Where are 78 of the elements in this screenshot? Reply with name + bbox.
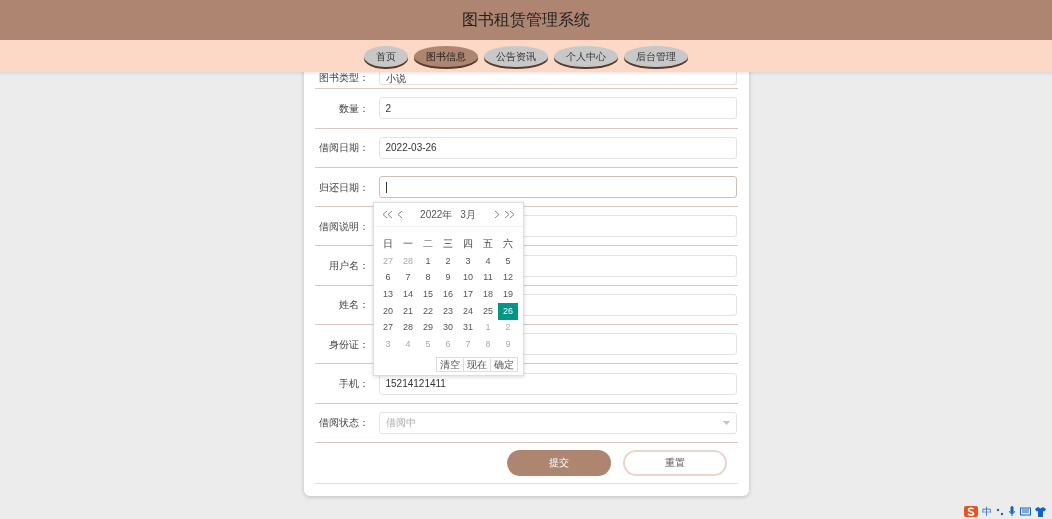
calendar-day[interactable]: 31 [458, 319, 478, 337]
now-button[interactable]: 现在 [462, 357, 491, 373]
calendar-day[interactable]: 1 [418, 253, 438, 270]
calendar-day[interactable]: 20 [378, 303, 398, 320]
calendar-day[interactable]: 23 [438, 303, 458, 320]
text-cursor [385, 181, 387, 193]
field-label: 图书类型： [317, 71, 370, 86]
dropdown-caret-icon [722, 420, 730, 425]
calendar-day[interactable]: 17 [458, 286, 478, 304]
calendar-day[interactable]: 7 [398, 269, 418, 287]
calendar-day[interactable]: 16 [438, 286, 458, 304]
year-label[interactable]: 2022年 [420, 207, 453, 222]
punctuation-icon[interactable] [996, 506, 1004, 517]
weekday-label: 日 [382, 236, 394, 251]
calendar-day[interactable]: 30 [438, 319, 458, 337]
calendar-day[interactable]: 19 [498, 286, 518, 304]
clear-button[interactable]: 清空 [435, 357, 464, 373]
keyboard-icon[interactable] [1020, 506, 1031, 517]
calendar-day[interactable]: 24 [458, 303, 478, 320]
calendar-day[interactable]: 22 [418, 303, 438, 320]
weekday-label: 三 [442, 236, 454, 251]
calendar-day[interactable]: 26 [498, 303, 518, 320]
field-label: 数量： [337, 101, 370, 116]
calendar-day[interactable]: 4 [478, 253, 498, 270]
input-method-logo-icon[interactable] [964, 506, 978, 517]
month-label[interactable]: 3月 [460, 207, 476, 222]
nav-tab[interactable]: 首页 [364, 45, 408, 67]
calendar-day[interactable]: 25 [478, 303, 498, 320]
double-chevron-right-icon[interactable] [503, 210, 515, 219]
calendar-day[interactable]: 11 [478, 269, 498, 287]
field-label: 借阅说明： [317, 219, 370, 234]
field-label: 归还日期： [317, 180, 370, 195]
calendar-day[interactable]: 9 [438, 269, 458, 287]
calendar-day[interactable]: 6 [378, 269, 398, 287]
nav-tab[interactable]: 公告资讯 [484, 45, 548, 67]
weekday-label: 五 [482, 236, 494, 251]
chevron-right-icon[interactable] [493, 210, 500, 219]
input-field[interactable]: 2 [378, 97, 737, 120]
weekday-label: 六 [502, 236, 514, 251]
calendar-day[interactable]: 27 [378, 319, 398, 337]
nav-tab[interactable]: 个人中心 [554, 45, 618, 67]
double-chevron-left-icon[interactable] [381, 210, 393, 219]
field-label: 借阅日期： [317, 141, 370, 156]
calendar-day[interactable]: 14 [398, 286, 418, 304]
calendar-day[interactable]: 28 [398, 319, 418, 337]
field-label: 手机： [337, 377, 370, 391]
site-title: 图书租赁管理系统 [462, 10, 590, 30]
reset-button[interactable]: 重置 [622, 449, 727, 476]
input-field[interactable]: 小说 [378, 72, 737, 86]
calendar-day[interactable]: 2 [438, 253, 458, 270]
weekday-label: 一 [402, 236, 414, 251]
calendar-day[interactable]: 15 [418, 286, 438, 304]
input-field[interactable]: 2022-03-26 [378, 136, 737, 159]
chevron-left-icon[interactable] [396, 210, 403, 219]
calendar-day[interactable]: 12 [498, 269, 518, 287]
weekday-label: 四 [462, 236, 474, 251]
microphone-icon[interactable] [1008, 506, 1016, 517]
weekday-label: 二 [422, 236, 434, 251]
select-placeholder: 借阅中 [385, 416, 416, 431]
field-label: 借阅状态： [317, 416, 370, 431]
nav-tab[interactable]: 图书信息 [414, 45, 478, 67]
field-label: 姓名： [337, 298, 370, 313]
calendar-day[interactable]: 10 [458, 269, 478, 287]
calendar-day[interactable]: 8 [418, 269, 438, 287]
input-mode-indicator[interactable]: 中 [982, 506, 992, 517]
shirt-icon[interactable] [1035, 506, 1046, 517]
confirm-button[interactable]: 确定 [489, 357, 518, 373]
field-label: 用户名： [327, 259, 370, 274]
calendar-day[interactable]: 13 [378, 286, 398, 304]
nav-tab[interactable]: 后台管理 [624, 45, 688, 67]
input-field[interactable] [378, 176, 737, 199]
calendar-day[interactable]: 3 [458, 253, 478, 270]
input-field[interactable]: 15214121411 [378, 372, 737, 395]
calendar-day[interactable]: 21 [398, 303, 418, 320]
calendar-day[interactable]: 5 [498, 253, 518, 270]
calendar-day[interactable]: 29 [418, 319, 438, 337]
calendar-day[interactable]: 18 [478, 286, 498, 304]
field-label: 身份证： [327, 337, 370, 352]
